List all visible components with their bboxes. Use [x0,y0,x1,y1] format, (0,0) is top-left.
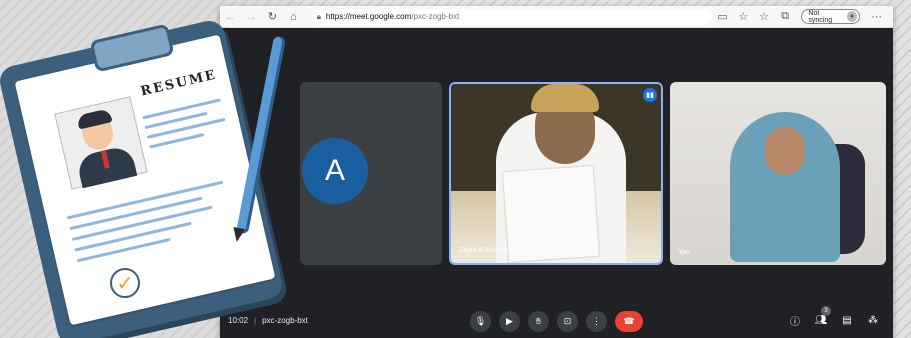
more-menu-icon[interactable]: ··· [866,6,887,28]
back-icon[interactable]: ← [220,6,241,28]
forward-icon[interactable]: → [241,6,262,28]
checkmark-icon: ✓ [110,268,140,298]
browser-toolbar: ← → ↻ ⌂ 🔒︎ https://meet.google.com/pxc-z… [220,6,893,28]
participant-count-badge: 3 [821,306,831,316]
participant-name: Zayid Al-Mabrouqi [459,247,516,254]
divider: | [254,316,257,325]
end-call-button[interactable]: ☎︎ [615,311,643,332]
camera-in-use-icon[interactable]: ▭ [712,6,733,28]
meeting-control-bar: 10:02 | pxc-zogb-bxt 🎙︎ ▶ ✋︎ ⊡ ⋮ ☎︎ ⓘ 👥︎… [220,304,893,338]
meeting-info: 10:02 | pxc-zogb-bxt [228,316,308,325]
side-panel-controls: ⓘ 👥︎ 3 ▤ ⁂ [787,306,881,328]
participant-avatar: A [302,138,368,204]
meeting-time: 10:02 [228,316,249,325]
home-icon[interactable]: ⌂ [283,6,304,28]
meeting-code: pxc-zogb-bxt [262,316,308,325]
activities-icon[interactable]: ⁂ [865,312,881,328]
address-bar[interactable]: 🔒︎ https://meet.google.com/pxc-zogb-bxt [311,8,713,25]
add-favorite-icon[interactable]: ☆ [733,6,754,28]
profile-button[interactable]: Not syncing ● [801,9,861,24]
speaking-indicator-icon: ▮▮ [643,88,657,102]
self-video-feed [670,82,886,265]
people-icon[interactable]: 👥︎ 3 [813,306,831,328]
camera-icon[interactable]: ▶ [499,311,520,332]
call-controls: 🎙︎ ▶ ✋︎ ⊡ ⋮ ☎︎ [470,311,643,332]
profile-avatar-icon: ● [846,11,858,22]
microphone-icon[interactable]: 🎙︎ [470,311,491,332]
present-screen-icon[interactable]: ⊡ [557,311,578,332]
toolbar-right: ▭ ☆ ☆ ⧉ Not syncing ● ··· [712,6,893,28]
favorites-icon[interactable]: ☆ [754,6,775,28]
url-path: /pxc-zogb-bxt [411,12,460,21]
sync-status-label: Not syncing [808,9,833,24]
self-name: You [678,249,690,256]
participant-tile-self[interactable]: You [670,82,886,265]
collections-icon[interactable]: ⧉ [775,6,796,28]
meeting-details-icon[interactable]: ⓘ [787,312,803,328]
raise-hand-icon[interactable]: ✋︎ [528,311,549,332]
refresh-icon[interactable]: ↻ [262,6,283,28]
lock-icon: 🔒︎ [316,11,321,21]
more-options-icon[interactable]: ⋮ [586,311,607,332]
url-host: https://meet.google.com [325,12,412,21]
participant-tile-speaker[interactable]: ▮▮ Zayid Al-Mabrouqi [449,82,663,265]
speaker-video-feed [451,84,661,263]
chat-icon[interactable]: ▤ [839,312,855,328]
